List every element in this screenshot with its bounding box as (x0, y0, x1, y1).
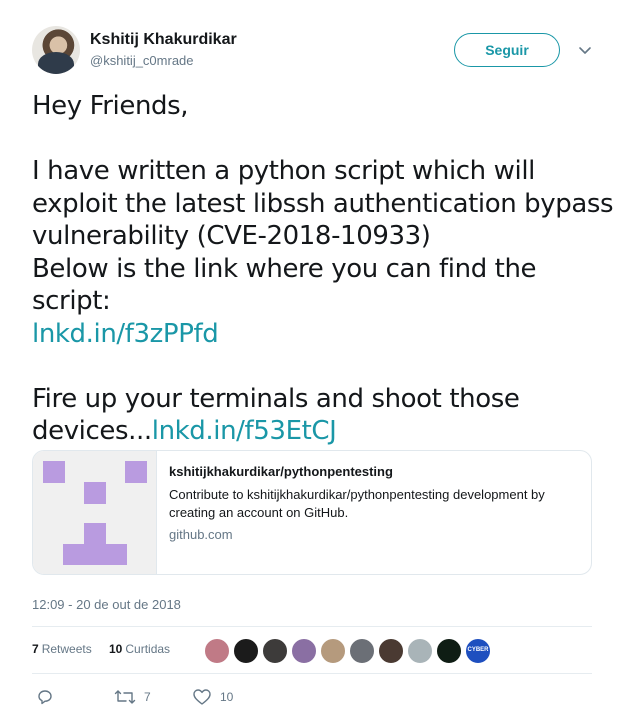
retweet-icon (114, 688, 136, 706)
github-identicon (33, 451, 157, 574)
liker-avatar[interactable] (320, 638, 346, 664)
tweet-timestamp[interactable]: 12:09 - 20 de out de 2018 (32, 597, 181, 612)
card-domain: github.com (169, 527, 233, 542)
card-description: Contribute to kshitijkhakurdikar/pythonp… (169, 487, 545, 520)
liker-avatar[interactable] (378, 638, 404, 664)
retweets-count: 7 (32, 642, 39, 656)
author-name[interactable]: Kshitij Khakurdikar (90, 31, 237, 49)
liker-avatar[interactable] (291, 638, 317, 664)
tweet-line: I have written a python script which wil… (32, 156, 535, 186)
retweets-stat[interactable]: 7 Retweets (32, 642, 92, 656)
like-button[interactable]: 10 (192, 686, 233, 708)
follow-button[interactable]: Seguir (454, 33, 560, 67)
liker-avatar[interactable] (262, 638, 288, 664)
tweet-line: Hey Friends, (32, 91, 189, 121)
likes-label: Curtidas (125, 642, 171, 656)
tweet-line: script: (32, 286, 111, 316)
like-count: 10 (220, 690, 234, 704)
tweet-line: Below is the link where you can find the (32, 253, 537, 284)
liker-avatar[interactable] (407, 638, 433, 664)
author-avatar[interactable] (32, 26, 80, 74)
tweet-line: devices... (32, 416, 152, 446)
retweet-count: 7 (144, 690, 151, 704)
liker-avatar[interactable]: CYBER (465, 638, 491, 664)
tweet-link-2[interactable]: lnkd.in/f53EtCJ (152, 416, 337, 446)
liker-badge-text: CYBER (467, 647, 489, 653)
tweet-stats: 7 Retweets 10 Curtidas CYBER (32, 626, 592, 674)
tweet-line: vulnerability (CVE-2018-10933) (32, 221, 431, 251)
retweets-label: Retweets (41, 642, 92, 656)
chevron-down-icon[interactable] (575, 40, 595, 60)
liker-avatar[interactable] (233, 638, 259, 664)
link-preview-card[interactable]: kshitijkhakurdikar/pythonpentesting Cont… (32, 450, 592, 575)
tweet-line-break (32, 123, 597, 156)
tweet-link-1[interactable]: lnkd.in/f3zPPfd (32, 319, 219, 349)
liker-avatar[interactable] (436, 638, 462, 664)
author-handle[interactable]: @kshitij_c0mrade (90, 53, 194, 68)
tweet-header: Kshitij Khakurdikar @kshitij_c0mrade Seg… (32, 26, 595, 78)
likes-count: 10 (109, 642, 123, 656)
reply-icon (36, 688, 54, 706)
like-icon (192, 688, 212, 706)
retweet-button[interactable]: 7 (114, 686, 151, 708)
tweet-line: exploit the latest libssh authentication… (32, 188, 614, 219)
liker-avatar[interactable] (204, 638, 230, 664)
tweet-actions: 7 10 (32, 686, 592, 708)
tweet-line: Fire up your terminals and shoot those (32, 383, 520, 414)
card-title: kshitijkhakurdikar/pythonpentesting (169, 464, 393, 479)
likes-stat[interactable]: 10 Curtidas (109, 642, 170, 656)
liker-avatar[interactable] (349, 638, 375, 664)
tweet-text: Hey Friends, I have written a python scr… (32, 90, 614, 448)
reply-button[interactable] (36, 686, 62, 708)
tweet-line-break (32, 350, 597, 383)
